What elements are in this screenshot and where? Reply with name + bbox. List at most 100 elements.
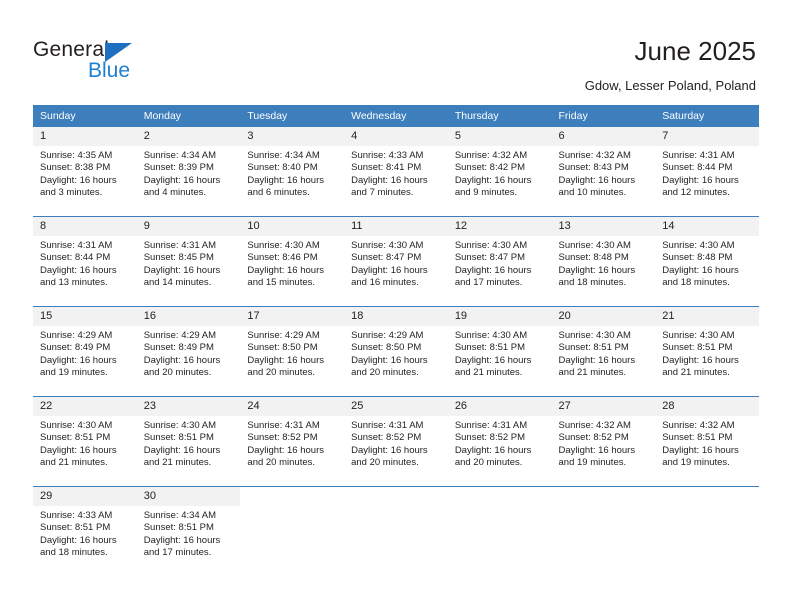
daylight-text: Daylight: 16 hours and 21 minutes. [454, 354, 532, 379]
calendar-table: Sunday Monday Tuesday Wednesday Thursday… [33, 105, 759, 576]
daylight-text: Daylight: 16 hours and 19 minutes. [662, 444, 739, 469]
sunset-text: Sunset: 8:50 PM [351, 342, 422, 354]
weekday-header-row: Sunday Monday Tuesday Wednesday Thursday… [33, 105, 759, 127]
sunrise-text: Sunrise: 4:31 AM [454, 420, 528, 431]
day-cell[interactable]: 20 Sunrise: 4:30 AM Sunset: 8:51 PM Dayl… [551, 306, 656, 397]
day-cell[interactable]: 21 Sunrise: 4:30 AM Sunset: 8:51 PM Dayl… [655, 306, 759, 397]
day-cell[interactable]: 7 Sunrise: 4:31 AM Sunset: 8:44 PM Dayli… [655, 127, 759, 217]
day-details: Sunrise: 4:31 AM Sunset: 8:52 PM Dayligh… [448, 416, 552, 470]
day-details: Sunrise: 4:31 AM Sunset: 8:45 PM Dayligh… [137, 236, 241, 290]
day-cell[interactable]: 24 Sunrise: 4:31 AM Sunset: 8:52 PM Dayl… [240, 396, 345, 487]
sunset-text: Sunset: 8:41 PM [351, 162, 422, 174]
day-number: 10 [240, 217, 345, 236]
sunrise-text: Sunrise: 4:30 AM [247, 240, 320, 251]
day-number: 23 [136, 397, 241, 416]
page-title: June 2025 [634, 36, 756, 66]
day-cell[interactable]: 17 Sunrise: 4:29 AM Sunset: 8:50 PM Dayl… [240, 306, 345, 397]
day-cell[interactable]: 2 Sunrise: 4:34 AM Sunset: 8:39 PM Dayli… [136, 127, 241, 217]
sunrise-text: Sunrise: 4:30 AM [558, 330, 631, 341]
daylight-text: Daylight: 16 hours and 18 minutes. [662, 264, 739, 289]
sunset-text: Sunset: 8:43 PM [558, 162, 629, 174]
sunset-text: Sunset: 8:38 PM [40, 162, 111, 174]
sunset-text: Sunset: 8:44 PM [40, 252, 111, 264]
day-number: 28 [655, 397, 759, 416]
day-cell[interactable]: 30 Sunrise: 4:34 AM Sunset: 8:51 PM Dayl… [136, 486, 241, 576]
day-number: 20 [551, 307, 656, 326]
day-cell[interactable]: 16 Sunrise: 4:29 AM Sunset: 8:49 PM Dayl… [136, 306, 241, 397]
weekday-header-wednesday: Wednesday [344, 105, 448, 127]
day-cell[interactable]: 27 Sunrise: 4:32 AM Sunset: 8:52 PM Dayl… [551, 396, 656, 487]
sunset-text: Sunset: 8:44 PM [662, 162, 733, 174]
sunset-text: Sunset: 8:42 PM [454, 162, 526, 174]
day-number: 22 [33, 397, 137, 416]
logo-text-blue: Blue [88, 59, 131, 82]
day-cell[interactable]: 25 Sunrise: 4:31 AM Sunset: 8:52 PM Dayl… [344, 396, 448, 487]
sunrise-text: Sunrise: 4:30 AM [662, 330, 735, 341]
sunset-text: Sunset: 8:51 PM [558, 342, 629, 354]
daylight-text: Daylight: 16 hours and 3 minutes. [40, 174, 117, 199]
day-number: 13 [551, 217, 656, 236]
weekday-header-tuesday: Tuesday [240, 105, 345, 127]
weekday-header-thursday: Thursday [447, 105, 552, 127]
day-cell[interactable]: 13 Sunrise: 4:30 AM Sunset: 8:48 PM Dayl… [551, 216, 656, 307]
weekday-header-friday: Friday [551, 105, 656, 127]
day-cell[interactable]: 10 Sunrise: 4:30 AM Sunset: 8:46 PM Dayl… [240, 216, 345, 307]
sunrise-text: Sunrise: 4:33 AM [40, 510, 113, 521]
day-number [344, 487, 448, 506]
day-cell[interactable]: 8 Sunrise: 4:31 AM Sunset: 8:44 PM Dayli… [33, 216, 137, 307]
day-cell[interactable]: 19 Sunrise: 4:30 AM Sunset: 8:51 PM Dayl… [447, 306, 552, 397]
day-details: Sunrise: 4:30 AM Sunset: 8:46 PM Dayligh… [240, 236, 344, 290]
day-cell[interactable]: 12 Sunrise: 4:30 AM Sunset: 8:47 PM Dayl… [447, 216, 552, 307]
sunset-text: Sunset: 8:40 PM [247, 162, 318, 174]
day-cell[interactable]: 9 Sunrise: 4:31 AM Sunset: 8:45 PM Dayli… [136, 216, 241, 307]
day-cell[interactable]: 4 Sunrise: 4:33 AM Sunset: 8:41 PM Dayli… [344, 127, 448, 217]
day-cell[interactable]: 15 Sunrise: 4:29 AM Sunset: 8:49 PM Dayl… [33, 306, 137, 397]
sunset-text: Sunset: 8:47 PM [351, 252, 422, 264]
day-details: Sunrise: 4:32 AM Sunset: 8:43 PM Dayligh… [552, 146, 656, 200]
week-row: 22 Sunrise: 4:30 AM Sunset: 8:51 PM Dayl… [33, 396, 759, 487]
day-details: Sunrise: 4:30 AM Sunset: 8:51 PM Dayligh… [655, 326, 759, 380]
day-details: Sunrise: 4:31 AM Sunset: 8:44 PM Dayligh… [33, 236, 137, 290]
sunset-text: Sunset: 8:48 PM [662, 252, 733, 264]
sunrise-text: Sunrise: 4:32 AM [662, 420, 735, 431]
day-cell[interactable]: 14 Sunrise: 4:30 AM Sunset: 8:48 PM Dayl… [655, 216, 759, 307]
day-cell[interactable]: 23 Sunrise: 4:30 AM Sunset: 8:51 PM Dayl… [136, 396, 241, 487]
day-details: Sunrise: 4:31 AM Sunset: 8:44 PM Dayligh… [655, 146, 759, 200]
daylight-text: Daylight: 16 hours and 21 minutes. [143, 444, 221, 469]
day-number: 19 [447, 307, 552, 326]
daylight-text: Daylight: 16 hours and 12 minutes. [662, 174, 739, 199]
day-cell[interactable]: 26 Sunrise: 4:31 AM Sunset: 8:52 PM Dayl… [447, 396, 552, 487]
page-subtitle-location: Gdow, Lesser Poland, Poland [584, 78, 756, 93]
day-details: Sunrise: 4:30 AM Sunset: 8:51 PM Dayligh… [137, 416, 241, 470]
daylight-text: Daylight: 16 hours and 10 minutes. [558, 174, 636, 199]
day-cell[interactable]: 5 Sunrise: 4:32 AM Sunset: 8:42 PM Dayli… [447, 127, 552, 217]
sunset-text: Sunset: 8:48 PM [558, 252, 629, 264]
day-cell-empty [344, 486, 448, 576]
day-number: 2 [136, 127, 241, 146]
sunrise-text: Sunrise: 4:34 AM [143, 510, 217, 521]
daylight-text: Daylight: 16 hours and 20 minutes. [143, 354, 221, 379]
day-details: Sunrise: 4:34 AM Sunset: 8:51 PM Dayligh… [137, 506, 241, 560]
weekday-header-saturday: Saturday [655, 105, 759, 127]
day-cell-empty [240, 486, 345, 576]
day-cell[interactable]: 6 Sunrise: 4:32 AM Sunset: 8:43 PM Dayli… [551, 127, 656, 217]
day-cell[interactable]: 3 Sunrise: 4:34 AM Sunset: 8:40 PM Dayli… [240, 127, 345, 217]
generalblue-logo: General Blue [33, 38, 173, 84]
day-cell[interactable]: 1 Sunrise: 4:35 AM Sunset: 8:38 PM Dayli… [33, 127, 137, 217]
day-details: Sunrise: 4:34 AM Sunset: 8:39 PM Dayligh… [137, 146, 241, 200]
day-cell[interactable]: 29 Sunrise: 4:33 AM Sunset: 8:51 PM Dayl… [33, 486, 137, 576]
daylight-text: Daylight: 16 hours and 19 minutes. [558, 444, 636, 469]
sunset-text: Sunset: 8:52 PM [247, 432, 318, 444]
day-cell[interactable]: 18 Sunrise: 4:29 AM Sunset: 8:50 PM Dayl… [344, 306, 448, 397]
daylight-text: Daylight: 16 hours and 7 minutes. [351, 174, 428, 199]
day-details: Sunrise: 4:30 AM Sunset: 8:47 PM Dayligh… [344, 236, 448, 290]
day-cell[interactable]: 28 Sunrise: 4:32 AM Sunset: 8:51 PM Dayl… [655, 396, 759, 487]
sunrise-text: Sunrise: 4:35 AM [40, 150, 113, 161]
sunset-text: Sunset: 8:46 PM [247, 252, 318, 264]
day-cell[interactable]: 22 Sunrise: 4:30 AM Sunset: 8:51 PM Dayl… [33, 396, 137, 487]
day-cell[interactable]: 11 Sunrise: 4:30 AM Sunset: 8:47 PM Dayl… [344, 216, 448, 307]
sunset-text: Sunset: 8:50 PM [247, 342, 318, 354]
daylight-text: Daylight: 16 hours and 21 minutes. [558, 354, 636, 379]
sunrise-text: Sunrise: 4:32 AM [454, 150, 528, 161]
calendar-header-row-group: Sunday Monday Tuesday Wednesday Thursday… [33, 105, 759, 127]
